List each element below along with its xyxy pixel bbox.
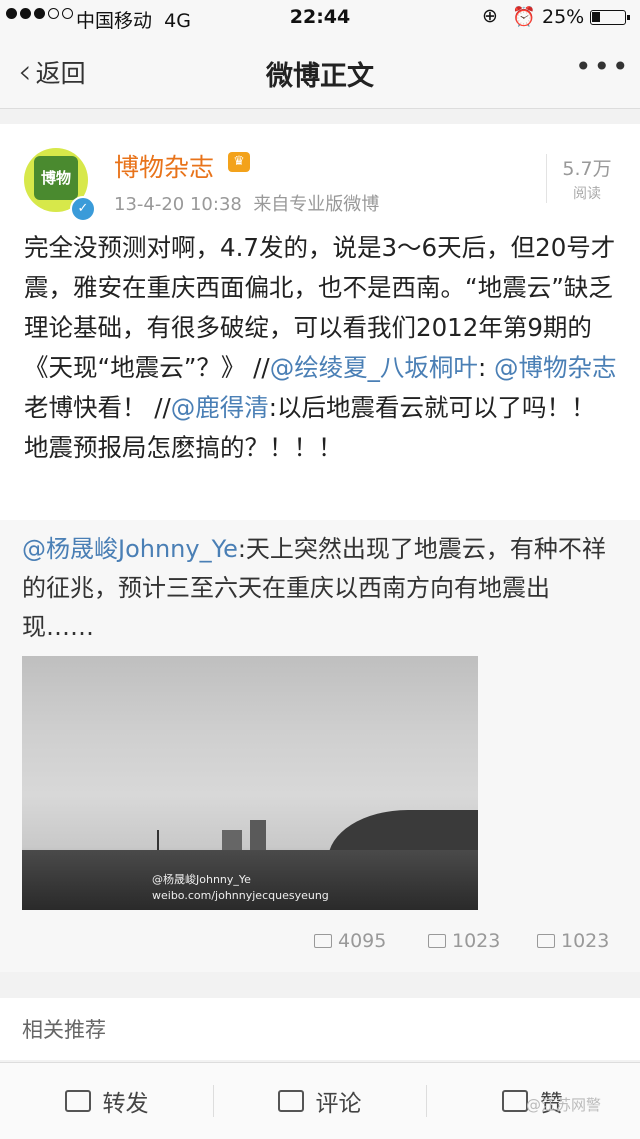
member-crown-icon: ♛ (228, 152, 250, 172)
comment-button[interactable]: 评论 (213, 1063, 426, 1139)
comment-icon (277, 1090, 304, 1112)
related-section[interactable]: 相关推荐 (0, 998, 640, 1060)
navigation-bar: ‹ 返回 微博正文 ••• (0, 36, 640, 109)
reposted-content[interactable]: @杨晟峻Johnny_Ye:天上突然出现了地震云，有种不祥的征兆，预计三至六天在… (0, 520, 640, 972)
post-meta: 13-4-20 10:38 来自专业版微博 (114, 190, 379, 216)
comment-count-button[interactable]: 1023 (428, 930, 500, 952)
page-title: 微博正文 (266, 61, 374, 92)
avatar-logo: 博物 (34, 156, 78, 200)
comment-icon (428, 934, 446, 948)
post-card: 博物 ✓ 博物杂志 ♛ 13-4-20 10:38 来自专业版微博 5.7万 阅… (0, 124, 640, 972)
verified-badge-icon: ✓ (70, 196, 96, 222)
read-count: 5.7万 阅读 (546, 154, 627, 203)
post-source: 来自专业版微博 (253, 194, 380, 215)
post-text: : (477, 353, 494, 382)
mention-link[interactable]: @杨晟峻Johnny_Ye (22, 535, 238, 563)
repost-actions: 4095 1023 1023 (0, 922, 640, 966)
share-icon (64, 1090, 91, 1112)
source-watermark: @江苏网警 (526, 1096, 602, 1114)
mention-link[interactable]: @博物杂志 (494, 353, 617, 382)
more-options-button[interactable]: ••• (575, 50, 631, 83)
read-count-label: 阅读 (573, 186, 601, 202)
image-watermark: @杨晟峻Johnny_Ye weibo.com/johnnyjecquesyeu… (152, 872, 329, 904)
repost-count-button[interactable]: 4095 (314, 930, 386, 952)
like-count-button[interactable]: 1023 (537, 930, 609, 952)
repost-button[interactable]: 转发 (0, 1063, 213, 1139)
post-body: 完全没预测对啊，4.7发的，说是3～6天后，但20号才震，雅安在重庆西面偏北，也… (24, 228, 618, 468)
mention-link[interactable]: @鹿得清 (171, 393, 269, 422)
comment-label: 评论 (315, 1091, 362, 1117)
battery-icon (590, 10, 630, 25)
related-label: 相关推荐 (22, 1018, 106, 1042)
post-date: 13-4-20 10:38 (114, 194, 242, 215)
like-count: 1023 (561, 930, 610, 952)
thumbs-up-icon (537, 934, 555, 948)
comment-count: 1023 (452, 930, 501, 952)
share-icon (314, 934, 332, 948)
read-count-number: 5.7万 (562, 158, 612, 180)
rotation-lock-icon: ⊕ (482, 5, 498, 27)
author-name[interactable]: 博物杂志 (114, 148, 214, 184)
image-watermark-user: @杨晟峻Johnny_Ye (152, 873, 251, 886)
status-bar: 中国移动 4G 22:44 ⊕ ⏰ 25% (0, 0, 640, 36)
alarm-icon: ⏰ (512, 6, 536, 28)
repost-count: 4095 (338, 930, 387, 952)
repost-text: @杨晟峻Johnny_Ye:天上突然出现了地震云，有种不祥的征兆，预计三至六天在… (22, 530, 620, 647)
post-image[interactable]: @杨晟峻Johnny_Ye weibo.com/johnnyjecquesyeu… (22, 656, 478, 910)
mention-link[interactable]: @绘绫夏_八坂桐叶 (270, 353, 478, 382)
battery-percent: 25% (542, 6, 585, 28)
image-watermark-url: weibo.com/johnnyjecquesyeung (152, 889, 329, 902)
post-text: 老博快看！ // (24, 393, 171, 422)
thumbs-up-icon (502, 1090, 528, 1112)
repost-label: 转发 (102, 1091, 149, 1117)
